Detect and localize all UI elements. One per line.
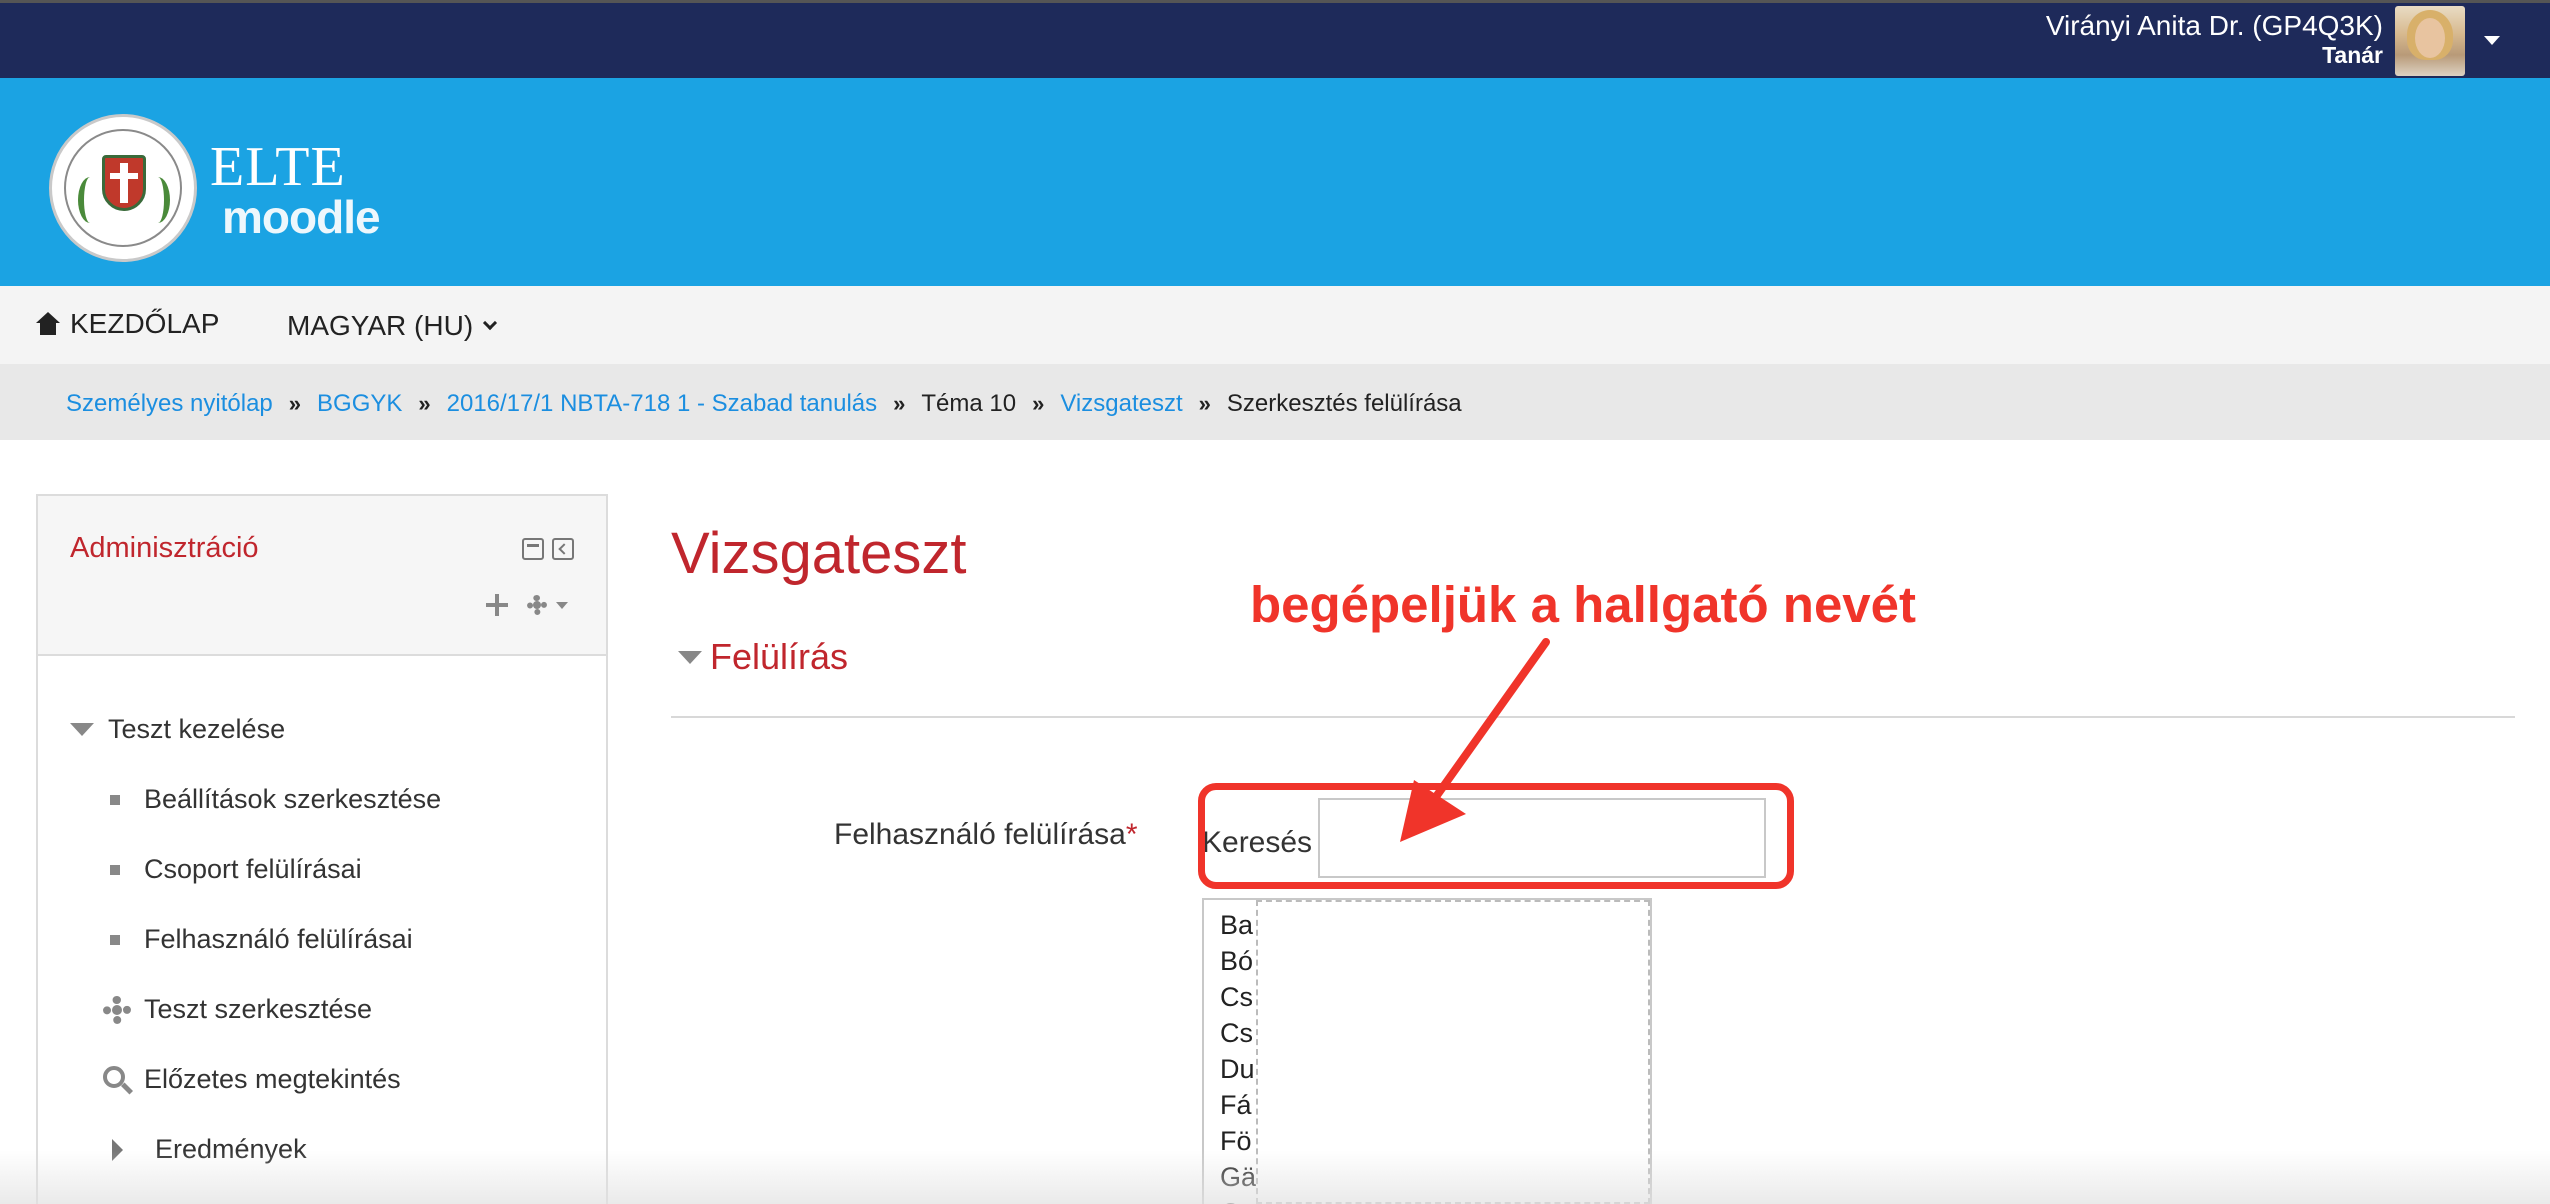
sidebar-item-quiz-admin[interactable]: Teszt kezelése: [70, 714, 285, 745]
move-icon[interactable]: [484, 592, 510, 618]
nav-home-link[interactable]: KEZDŐLAP: [36, 308, 219, 340]
required-mark: *: [1125, 818, 1138, 851]
language-menu[interactable]: MAGYAR (HU): [287, 310, 498, 342]
breadcrumb: Személyes nyitólap » BGGYK » 2016/17/1 N…: [66, 390, 1462, 418]
brand-moodle[interactable]: moodle: [222, 190, 381, 244]
user-menu-caret-icon[interactable]: [2484, 36, 2500, 45]
sidebar-item-label: Felhasználó felülírásai: [144, 924, 413, 954]
sidebar-item-preview[interactable]: Előzetes megtekintés: [102, 1064, 401, 1095]
university-seal-logo[interactable]: [49, 114, 197, 262]
sidebar-item-label: Beállítások szerkesztése: [144, 784, 442, 814]
breadcrumb-item[interactable]: Vizsgateszt: [1060, 390, 1182, 418]
sidebar-item-group-overrides[interactable]: Csoport felülírásai: [110, 854, 362, 885]
sidebar-item-label: Teszt kezelése: [108, 714, 286, 744]
bullet-icon: [110, 864, 120, 875]
caret-down-icon[interactable]: [556, 602, 568, 609]
bullet-icon: [110, 934, 120, 945]
administration-block: Adminisztráció: [36, 494, 608, 1204]
list-option[interactable]: Ba: [1220, 910, 1253, 941]
home-icon: [36, 312, 60, 336]
breadcrumb-item: Téma 10: [921, 390, 1017, 417]
breadcrumb-item[interactable]: BGGYK: [317, 390, 402, 418]
breadcrumb-item[interactable]: 2016/17/1 NBTA-718 1 - Szabad tanulás: [447, 390, 878, 418]
list-option[interactable]: Cs: [1220, 1018, 1253, 1049]
list-option[interactable]: Cs: [1220, 982, 1253, 1013]
minimize-icon[interactable]: [522, 538, 544, 560]
bottom-shadow: [0, 1150, 2550, 1204]
block-header: Adminisztráció: [38, 496, 606, 656]
top-edge-line: [0, 0, 2550, 3]
chevron-down-icon: [483, 315, 498, 331]
sidebar-item-label: Csoport felülírásai: [144, 854, 362, 884]
breadcrumb-separator: »: [893, 391, 906, 416]
list-option[interactable]: Du: [1220, 1054, 1255, 1085]
breadcrumb-current: Szerkesztés felülírása: [1226, 390, 1462, 417]
user-name[interactable]: Virányi Anita Dr. (GP4Q3K): [2046, 10, 2383, 42]
expanded-triangle-icon: [70, 723, 94, 736]
sidebar-item-label: Előzetes megtekintés: [144, 1064, 401, 1094]
section-toggle-override[interactable]: Felülírás: [678, 636, 848, 678]
dock-icon[interactable]: [552, 538, 574, 560]
breadcrumb-separator: »: [1198, 391, 1211, 416]
breadcrumb-separator: »: [418, 391, 431, 416]
section-title: Felülírás: [710, 636, 849, 677]
sidebar-item-edit-quiz[interactable]: Teszt szerkesztése: [102, 994, 372, 1025]
gear-icon[interactable]: [524, 592, 550, 618]
brand-header: [0, 78, 2550, 286]
field-label-text: Felhasználó felülírása: [834, 818, 1126, 851]
language-label: MAGYAR (HU): [287, 310, 474, 341]
page-title: Vizsgateszt: [671, 521, 967, 586]
field-label: Felhasználó felülírása*: [834, 818, 1138, 852]
nav-home-label: KEZDŐLAP: [70, 308, 220, 339]
breadcrumb-separator: »: [288, 391, 302, 416]
block-title[interactable]: Adminisztráció: [70, 532, 259, 565]
magnifier-icon: [102, 1065, 134, 1095]
avatar[interactable]: [2395, 6, 2465, 76]
breadcrumb-item[interactable]: Személyes nyitólap: [66, 390, 273, 418]
bullet-icon: [110, 794, 120, 805]
list-option[interactable]: Bó: [1220, 946, 1253, 977]
sidebar-item-user-overrides[interactable]: Felhasználó felülírásai: [110, 924, 413, 955]
annotation-text: begépeljük a hallgató nevét: [1250, 576, 1917, 633]
sidebar-item-label: Teszt szerkesztése: [144, 994, 373, 1024]
breadcrumb-separator: »: [1032, 391, 1045, 416]
sidebar-item-edit-settings[interactable]: Beállítások szerkesztése: [110, 784, 441, 815]
annotation-arrow-icon: [1400, 638, 1550, 842]
gear-icon: [102, 995, 132, 1025]
expanded-triangle-icon: [678, 650, 702, 664]
section-divider: [671, 716, 2515, 718]
list-option[interactable]: Fá: [1220, 1090, 1252, 1121]
user-role: Tanár: [2322, 42, 2383, 68]
